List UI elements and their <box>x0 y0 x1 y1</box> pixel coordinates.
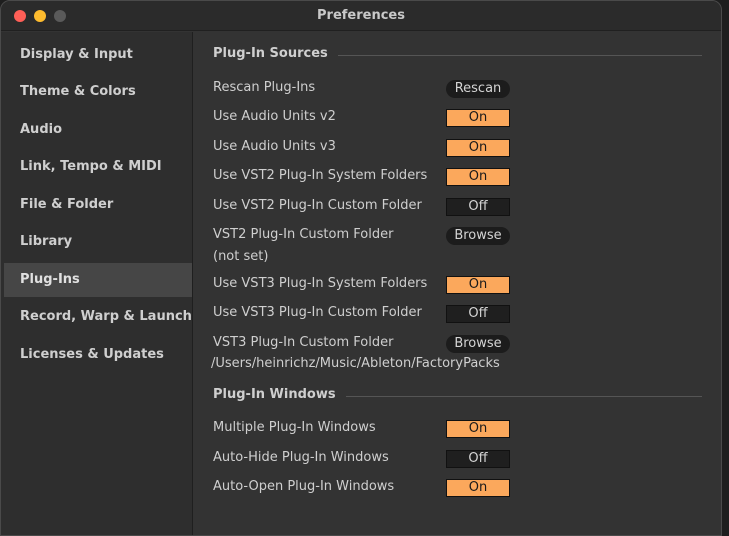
au3-toggle[interactable]: On <box>446 139 510 157</box>
auto-open-toggle[interactable]: On <box>446 479 510 497</box>
sidebar-item-display-input[interactable]: Display & Input <box>4 38 192 72</box>
au2-label: Use Audio Units v2 <box>213 109 336 124</box>
section-divider <box>331 396 702 397</box>
vst2-custom-toggle[interactable]: Off <box>446 198 510 216</box>
au2-toggle[interactable]: On <box>446 109 510 127</box>
sidebar-item-record-warp-launch[interactable]: Record, Warp & Launch <box>4 300 192 334</box>
vst3-system-label: Use VST3 Plug-In System Folders <box>213 276 428 291</box>
rescan-label: Rescan Plug-Ins <box>213 80 316 95</box>
vst2-folder-label: VST2 Plug-In Custom Folder <box>213 227 394 242</box>
rescan-button[interactable]: Rescan <box>446 80 510 98</box>
vst2-custom-label: Use VST2 Plug-In Custom Folder <box>213 198 422 213</box>
plug-ins-panel: Plug-In Sources Rescan Plug-Ins Rescan U… <box>194 32 721 535</box>
section-heading: Plug-In Sources <box>213 46 338 61</box>
section-plug-in-windows: Plug-In Windows <box>213 387 702 405</box>
section-plug-in-sources: Plug-In Sources <box>213 46 702 64</box>
vst3-folder-path: /Users/heinrichz/Music/Ableton/FactoryPa… <box>211 356 500 371</box>
sidebar-item-link-tempo-midi[interactable]: Link, Tempo & MIDI <box>4 150 192 184</box>
auto-hide-label: Auto-Hide Plug-In Windows <box>213 450 389 465</box>
window-title: Preferences <box>317 8 405 23</box>
vst2-browse-button[interactable]: Browse <box>446 227 510 245</box>
vst2-folder-path: (not set) <box>213 249 269 264</box>
vst2-system-toggle[interactable]: On <box>446 168 510 186</box>
au3-label: Use Audio Units v3 <box>213 139 336 154</box>
auto-hide-toggle[interactable]: Off <box>446 450 510 468</box>
vst3-custom-toggle[interactable]: Off <box>446 305 510 323</box>
vst3-folder-label: VST3 Plug-In Custom Folder <box>213 335 394 350</box>
title-bar: Preferences <box>1 1 721 31</box>
auto-open-label: Auto-Open Plug-In Windows <box>213 479 395 494</box>
sidebar: Display & Input Theme & Colors Audio Lin… <box>1 32 193 535</box>
sidebar-item-licenses-updates[interactable]: Licenses & Updates <box>4 338 192 372</box>
vst2-system-label: Use VST2 Plug-In System Folders <box>213 168 428 183</box>
multiple-windows-label: Multiple Plug-In Windows <box>213 420 376 435</box>
section-divider <box>325 55 702 56</box>
sidebar-item-library[interactable]: Library <box>4 225 192 259</box>
vst3-custom-label: Use VST3 Plug-In Custom Folder <box>213 305 422 320</box>
preferences-window: Preferences Display & Input Theme & Colo… <box>0 0 722 536</box>
multiple-windows-toggle[interactable]: On <box>446 420 510 438</box>
sidebar-item-file-folder[interactable]: File & Folder <box>4 188 192 222</box>
vst3-browse-button[interactable]: Browse <box>446 335 510 353</box>
sidebar-item-plug-ins[interactable]: Plug-Ins <box>4 263 192 297</box>
sidebar-item-audio[interactable]: Audio <box>4 113 192 147</box>
section-heading: Plug-In Windows <box>213 387 346 402</box>
vst3-system-toggle[interactable]: On <box>446 276 510 294</box>
sidebar-item-theme-colors[interactable]: Theme & Colors <box>4 75 192 109</box>
